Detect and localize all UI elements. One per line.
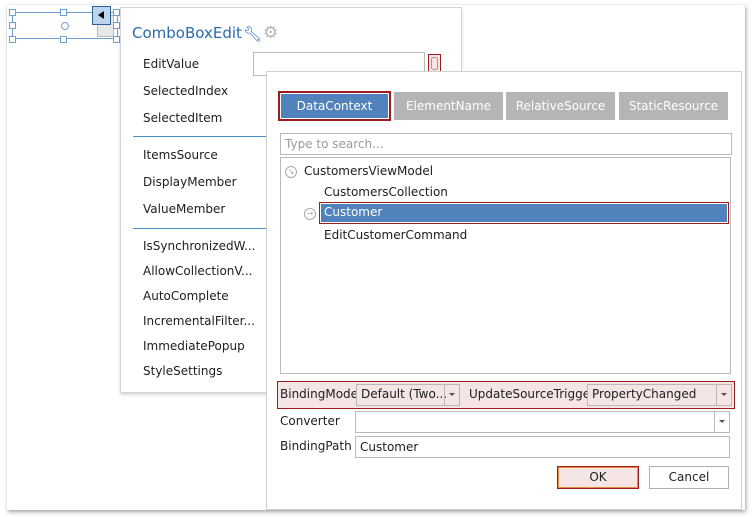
update-trigger-select[interactable]: PropertyChanged: [587, 384, 732, 406]
prop-incremental-filter[interactable]: IncrementalFilter...: [143, 314, 255, 328]
prop-edit-value[interactable]: EditValue: [143, 57, 199, 71]
prop-display-member[interactable]: DisplayMember: [143, 175, 237, 189]
tab-data-context[interactable]: DataContext: [278, 91, 391, 121]
prop-is-synchronized[interactable]: IsSynchronizedW...: [143, 239, 256, 253]
tree-node-selected[interactable]: Customer: [319, 202, 729, 224]
chevron-down-icon[interactable]: [714, 412, 729, 432]
tab-element-name[interactable]: ElementName: [394, 92, 503, 120]
resize-handle[interactable]: [9, 9, 16, 16]
prop-allow-collection[interactable]: AllowCollectionV...: [143, 264, 253, 278]
data-context-tree: ↘ CustomersViewModel CustomersCollection…: [280, 157, 731, 374]
tree-node-label: Customer: [324, 205, 383, 219]
converter-select[interactable]: [355, 411, 730, 433]
smart-tag-button[interactable]: [92, 6, 111, 25]
gear-icon[interactable]: ⚙: [263, 23, 278, 43]
expand-arrow-icon[interactable]: ↘: [285, 166, 297, 178]
binding-path-label: BindingPath: [280, 439, 352, 453]
resize-handle[interactable]: [113, 22, 120, 29]
prop-style-settings[interactable]: StyleSettings: [143, 364, 222, 378]
chevron-down-icon[interactable]: [716, 385, 731, 405]
tab-relative-source-self[interactable]: RelativeSource Self: [506, 92, 615, 141]
binding-mode-label: BindingMode: [280, 387, 359, 401]
search-input[interactable]: Type to search...: [280, 133, 732, 155]
binding-mode-value: Default (Two...: [361, 387, 448, 401]
prop-selected-index[interactable]: SelectedIndex: [143, 84, 228, 98]
tab-static-resource[interactable]: StaticResource: [619, 92, 728, 120]
resize-handle[interactable]: [60, 36, 67, 43]
resize-handle[interactable]: [9, 22, 16, 29]
prop-immediate-popup[interactable]: ImmediatePopup: [143, 339, 245, 353]
cancel-button[interactable]: Cancel: [649, 466, 729, 489]
prop-auto-complete[interactable]: AutoComplete: [143, 289, 229, 303]
divider: [133, 136, 267, 137]
update-trigger-label: UpdateSourceTrigger: [469, 387, 596, 401]
panel-title: ComboBoxEdit: [132, 24, 242, 42]
prop-value-member[interactable]: ValueMember: [143, 202, 225, 216]
converter-label: Converter: [280, 414, 340, 428]
move-handle[interactable]: [61, 21, 69, 30]
binding-editor: DataContext ElementName RelativeSource S…: [266, 71, 742, 510]
divider: [133, 228, 267, 229]
ok-button[interactable]: OK: [557, 466, 639, 489]
prop-selected-item[interactable]: SelectedItem: [143, 111, 222, 125]
navigate-arrow-icon[interactable]: →: [304, 208, 316, 220]
tree-node[interactable]: EditCustomerCommand: [324, 225, 467, 245]
tree-node-root[interactable]: CustomersViewModel: [304, 161, 433, 181]
resize-handle[interactable]: [113, 9, 120, 16]
wrench-icon[interactable]: 🔧︎: [243, 25, 262, 43]
update-trigger-value: PropertyChanged: [592, 387, 697, 401]
resize-handle[interactable]: [60, 9, 67, 16]
binding-mode-select[interactable]: Default (Two...: [356, 384, 460, 406]
binding-path-input[interactable]: Customer: [355, 436, 730, 458]
tree-node[interactable]: CustomersCollection: [324, 182, 448, 202]
resize-handle[interactable]: [113, 36, 120, 43]
chevron-down-icon[interactable]: [444, 385, 459, 405]
binding-path-value: Customer: [360, 440, 419, 454]
prop-items-source[interactable]: ItemsSource: [143, 148, 218, 162]
binding-mode-row: BindingMode Default (Two... UpdateSource…: [277, 381, 735, 409]
resize-handle[interactable]: [9, 36, 16, 43]
